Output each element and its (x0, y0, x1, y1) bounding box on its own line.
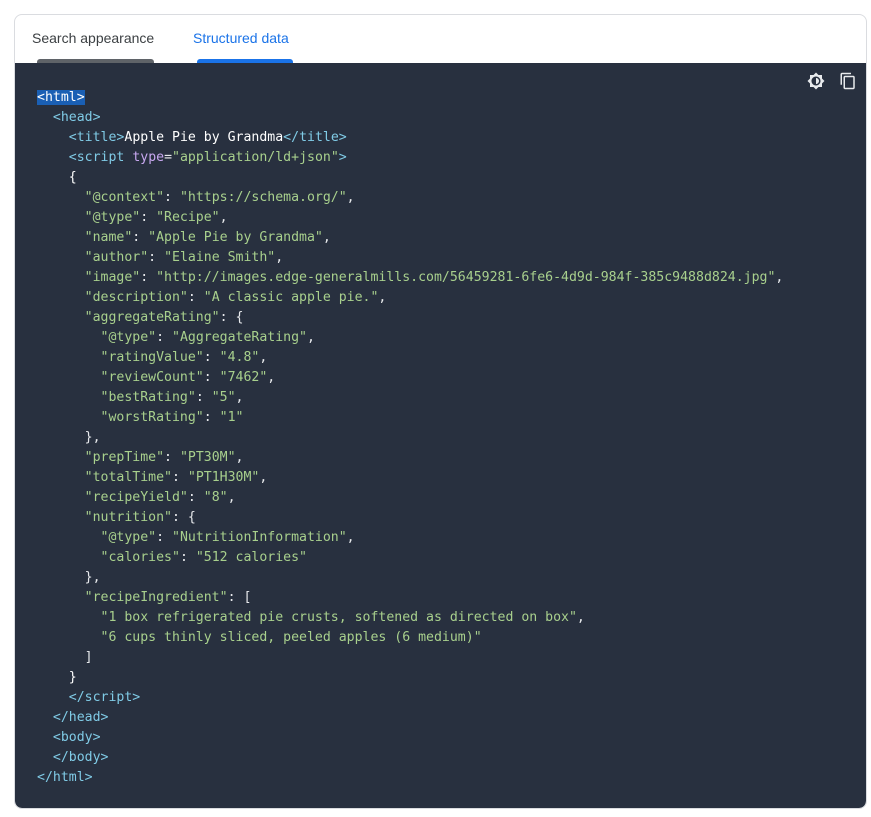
code-line: "worstRating": "1" (100, 410, 244, 425)
theme-toggle-icon[interactable] (806, 71, 826, 91)
code-line: <head> (52, 110, 101, 125)
code-line: <title>Apple Pie by Grandma</title> (68, 130, 347, 145)
code-line: "name": "Apple Pie by Grandma", (84, 230, 331, 245)
code-line: "recipeYield": "8", (84, 490, 236, 505)
code-line: }, (84, 570, 101, 585)
tab-search-appearance[interactable]: Search appearance (32, 15, 154, 63)
code-line: "totalTime": "PT1H30M", (84, 470, 268, 485)
code-line: "prepTime": "PT30M", (84, 450, 244, 465)
code-line: "aggregateRating": { (84, 310, 244, 325)
code-line: }, (84, 430, 101, 445)
code-line: "@type": "Recipe", (84, 210, 228, 225)
code-line: </html> (37, 770, 93, 785)
structured-data-card: Search appearance Structured data <html>… (14, 14, 867, 809)
code-line: ] (84, 650, 93, 665)
code-line: "recipeIngredient": [ (84, 590, 252, 605)
selected-html-tag: <html> (37, 90, 85, 105)
code-line: </script> (68, 690, 141, 705)
code-line: "@type": "NutritionInformation", (100, 530, 355, 545)
code-line: </head> (52, 710, 109, 725)
copy-icon[interactable] (838, 71, 858, 91)
code-line: <html> (37, 88, 783, 108)
code-line: "author": "Elaine Smith", (84, 250, 284, 265)
code-line: "1 box refrigerated pie crusts, softened… (100, 610, 585, 625)
code-line: "description": "A classic apple pie.", (84, 290, 387, 305)
code-block[interactable]: <html> <head> <title>Apple Pie by Grandm… (37, 88, 783, 788)
code-line: "calories": "512 calories" (100, 550, 307, 565)
code-line: "bestRating": "5", (100, 390, 244, 405)
code-line: "ratingValue": "4.8", (100, 350, 268, 365)
code-line: } (68, 670, 77, 685)
tab-structured-data[interactable]: Structured data (193, 15, 289, 63)
code-line: "@context": "https://schema.org/", (84, 190, 355, 205)
tab-bar: Search appearance Structured data (15, 15, 866, 63)
code-line: <body> (52, 730, 101, 745)
code-toolbar (806, 71, 858, 91)
code-line: "6 cups thinly sliced, peeled apples (6 … (100, 630, 482, 645)
code-line: <script type="application/ld+json"> (68, 150, 347, 165)
code-panel: <html> <head> <title>Apple Pie by Grandm… (15, 63, 866, 808)
code-line: { (68, 170, 77, 185)
code-line: "@type": "AggregateRating", (100, 330, 315, 345)
code-line: "image": "http://images.edge-generalmill… (84, 270, 784, 285)
code-line: "nutrition": { (84, 510, 196, 525)
code-line: </body> (52, 750, 109, 765)
code-line: "reviewCount": "7462", (100, 370, 276, 385)
